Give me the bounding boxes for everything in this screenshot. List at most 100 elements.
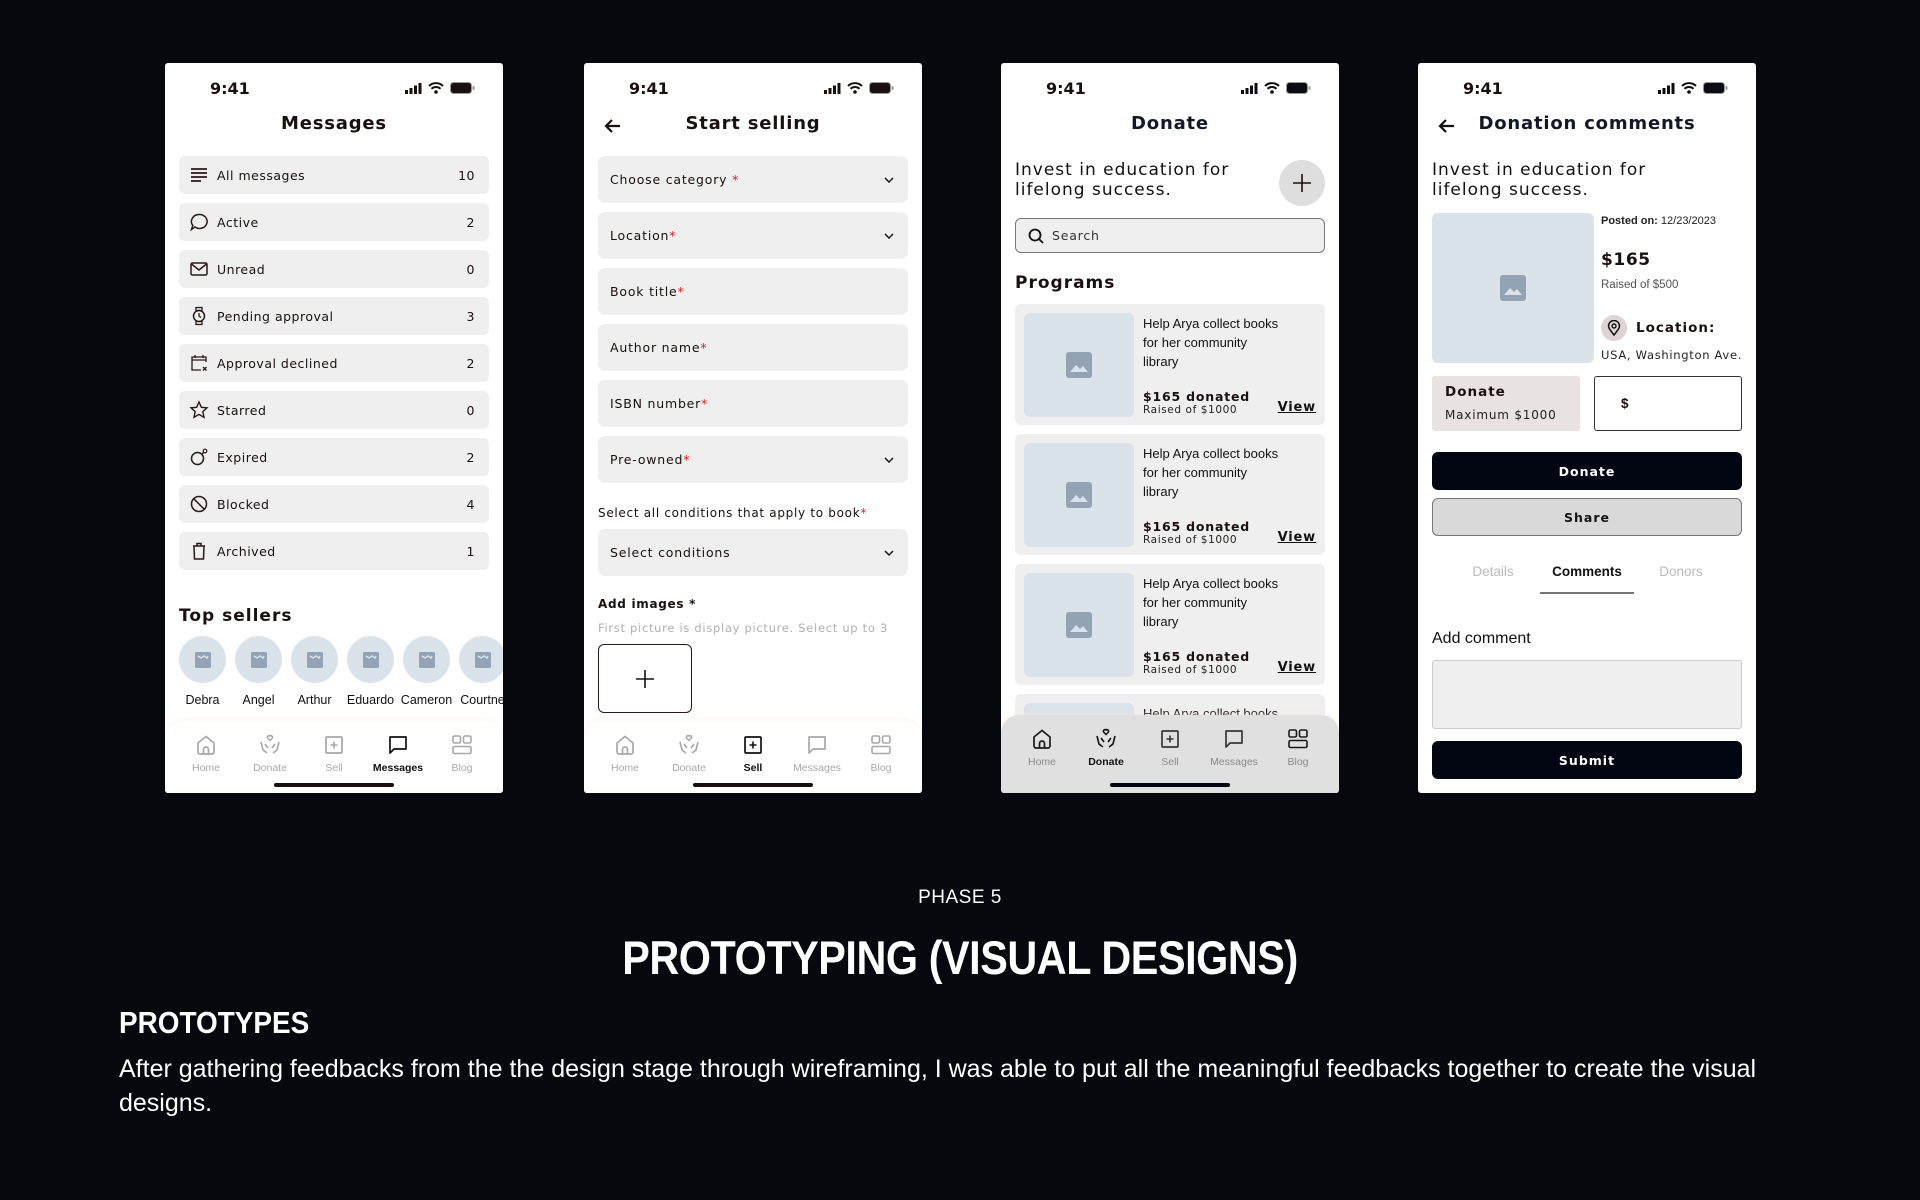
tab-donate[interactable]: Donate	[662, 733, 716, 774]
tab-messages[interactable]: Messages	[1207, 727, 1261, 768]
seller-item[interactable]: Debra	[179, 636, 226, 707]
tagline: Invest in education for lifelong success.	[1015, 160, 1230, 200]
conditions-select[interactable]: Select conditions	[598, 529, 908, 576]
share-button[interactable]: Share	[1432, 498, 1742, 536]
message-filter-pending-approval[interactable]: Pending approval 3	[179, 297, 489, 335]
message-filter-archived[interactable]: Archived 1	[179, 532, 489, 570]
view-link[interactable]: View	[1278, 530, 1316, 545]
blog-icon	[871, 735, 891, 755]
filter-label: Active	[217, 214, 259, 230]
view-link[interactable]: View	[1278, 400, 1316, 415]
trash-icon	[189, 541, 209, 561]
tab-sell[interactable]: Sell	[726, 733, 780, 774]
donate-screen: 9:41 Donate Invest in education for lifel…	[1001, 63, 1339, 793]
message-filter-all-messages[interactable]: All messages 10	[179, 156, 489, 194]
seller-name: Eduardo	[346, 693, 395, 707]
tab-sell[interactable]: Sell	[1143, 727, 1197, 768]
star-icon	[189, 400, 209, 420]
message-filter-expired[interactable]: Expired 2	[179, 438, 489, 476]
program-image	[1024, 313, 1134, 417]
donation-amount-field[interactable]: $	[1594, 376, 1742, 431]
filter-label: Blocked	[217, 496, 270, 512]
tab-donors[interactable]: Donors	[1634, 564, 1728, 594]
message-filter-starred[interactable]: Starred 0	[179, 391, 489, 429]
detail-tabs: Details Comments Donors	[1432, 564, 1742, 594]
tab-home[interactable]: Home	[179, 733, 233, 774]
add-image-button[interactable]	[598, 644, 692, 713]
tab-bar: Home Donate Sell Messages Blog	[584, 721, 922, 793]
message-filter-unread[interactable]: Unread 0	[179, 250, 489, 288]
sell-icon	[325, 736, 343, 754]
program-card[interactable]: Help Arya collect books for her communit…	[1015, 304, 1325, 425]
tab-details[interactable]: Details	[1446, 564, 1540, 594]
blog-icon	[452, 735, 472, 755]
tab-label: Donate	[253, 762, 287, 774]
program-title: Help Arya collect books for her communit…	[1143, 576, 1279, 629]
field-book-title[interactable]: Book title*	[598, 268, 908, 315]
seller-item[interactable]: Angel	[235, 636, 282, 707]
sell-screen: 9:41 Start selling Choose category * Loca…	[584, 63, 922, 793]
tab-messages[interactable]: Messages	[790, 733, 844, 774]
field-isbn-number[interactable]: ISBN number*	[598, 380, 908, 427]
tab-label: Messages	[372, 762, 424, 774]
program-donated: $165 donated	[1143, 649, 1251, 664]
seller-item[interactable]: Arthur	[291, 636, 338, 707]
message-filter-blocked[interactable]: Blocked 4	[179, 485, 489, 523]
seller-item[interactable]: Cameron	[401, 636, 452, 707]
tab-blog[interactable]: Blog	[435, 733, 489, 774]
list-icon	[189, 165, 209, 185]
program-card[interactable]: Help Arya collect books for her communit…	[1015, 434, 1325, 555]
tab-donate[interactable]: Donate	[243, 733, 297, 774]
tab-label: Sell	[325, 762, 343, 774]
chevron-down-icon	[884, 456, 894, 463]
view-link[interactable]: View	[1278, 660, 1316, 675]
page-title: Messages	[281, 113, 387, 134]
tab-bar: Home Donate Sell Messages Blog	[1001, 715, 1339, 793]
donate-button[interactable]: Donate	[1432, 452, 1742, 490]
status-bar: 9:41	[1418, 79, 1756, 99]
seller-item[interactable]: Courtne	[459, 636, 503, 707]
add-images-hint: First picture is display picture. Select…	[598, 621, 888, 635]
tab-sell[interactable]: Sell	[307, 733, 361, 774]
donation-amount-input[interactable]	[1634, 396, 1725, 411]
submit-button[interactable]: Submit	[1432, 741, 1742, 779]
field-label: Book title*	[610, 284, 685, 299]
message-filter-active[interactable]: Active 2	[179, 203, 489, 241]
search-icon	[1028, 228, 1044, 244]
tab-comments[interactable]: Comments	[1540, 564, 1634, 594]
section-paragraph: After gathering feedbacks from the the d…	[119, 1055, 1757, 1117]
blog-icon	[1288, 729, 1308, 749]
field-pre-owned[interactable]: Pre-owned*	[598, 436, 908, 483]
tab-label: Donate	[672, 762, 706, 774]
chevron-down-icon	[884, 176, 894, 183]
chevron-down-icon	[884, 549, 894, 556]
search-field[interactable]	[1015, 218, 1325, 253]
field-location[interactable]: Location*	[598, 212, 908, 259]
comment-input[interactable]	[1432, 660, 1742, 729]
program-image	[1432, 213, 1594, 363]
program-card[interactable]: Help Arya collect books for her communit…	[1015, 564, 1325, 685]
field-author-name[interactable]: Author name*	[598, 324, 908, 371]
avatar	[403, 636, 450, 683]
program-donated: $165 donated	[1143, 519, 1251, 534]
field-choose-category[interactable]: Choose category *	[598, 156, 908, 203]
messages-icon	[808, 736, 826, 754]
field-label: Location*	[610, 228, 677, 243]
search-input[interactable]	[1052, 228, 1292, 243]
battery-icon	[869, 82, 894, 94]
tab-bar: Home Donate Sell Messages Blog	[165, 721, 503, 793]
tab-blog[interactable]: Blog	[1271, 727, 1325, 768]
image-placeholder-icon	[1066, 352, 1092, 378]
seller-item[interactable]: Eduardo	[347, 636, 394, 707]
location-pin-icon	[1601, 315, 1627, 341]
donation-comments-screen: 9:41 Donation comments Invest in educati…	[1418, 63, 1756, 793]
message-filter-approval-declined[interactable]: Approval declined 2	[179, 344, 489, 382]
tab-home[interactable]: Home	[1015, 727, 1069, 768]
tab-home[interactable]: Home	[598, 733, 652, 774]
filter-count: 0	[466, 402, 475, 418]
add-program-button[interactable]	[1279, 160, 1325, 206]
tab-donate[interactable]: Donate	[1079, 727, 1133, 768]
filter-label: All messages	[217, 167, 306, 183]
tab-blog[interactable]: Blog	[854, 733, 908, 774]
tab-messages[interactable]: Messages	[371, 733, 425, 774]
